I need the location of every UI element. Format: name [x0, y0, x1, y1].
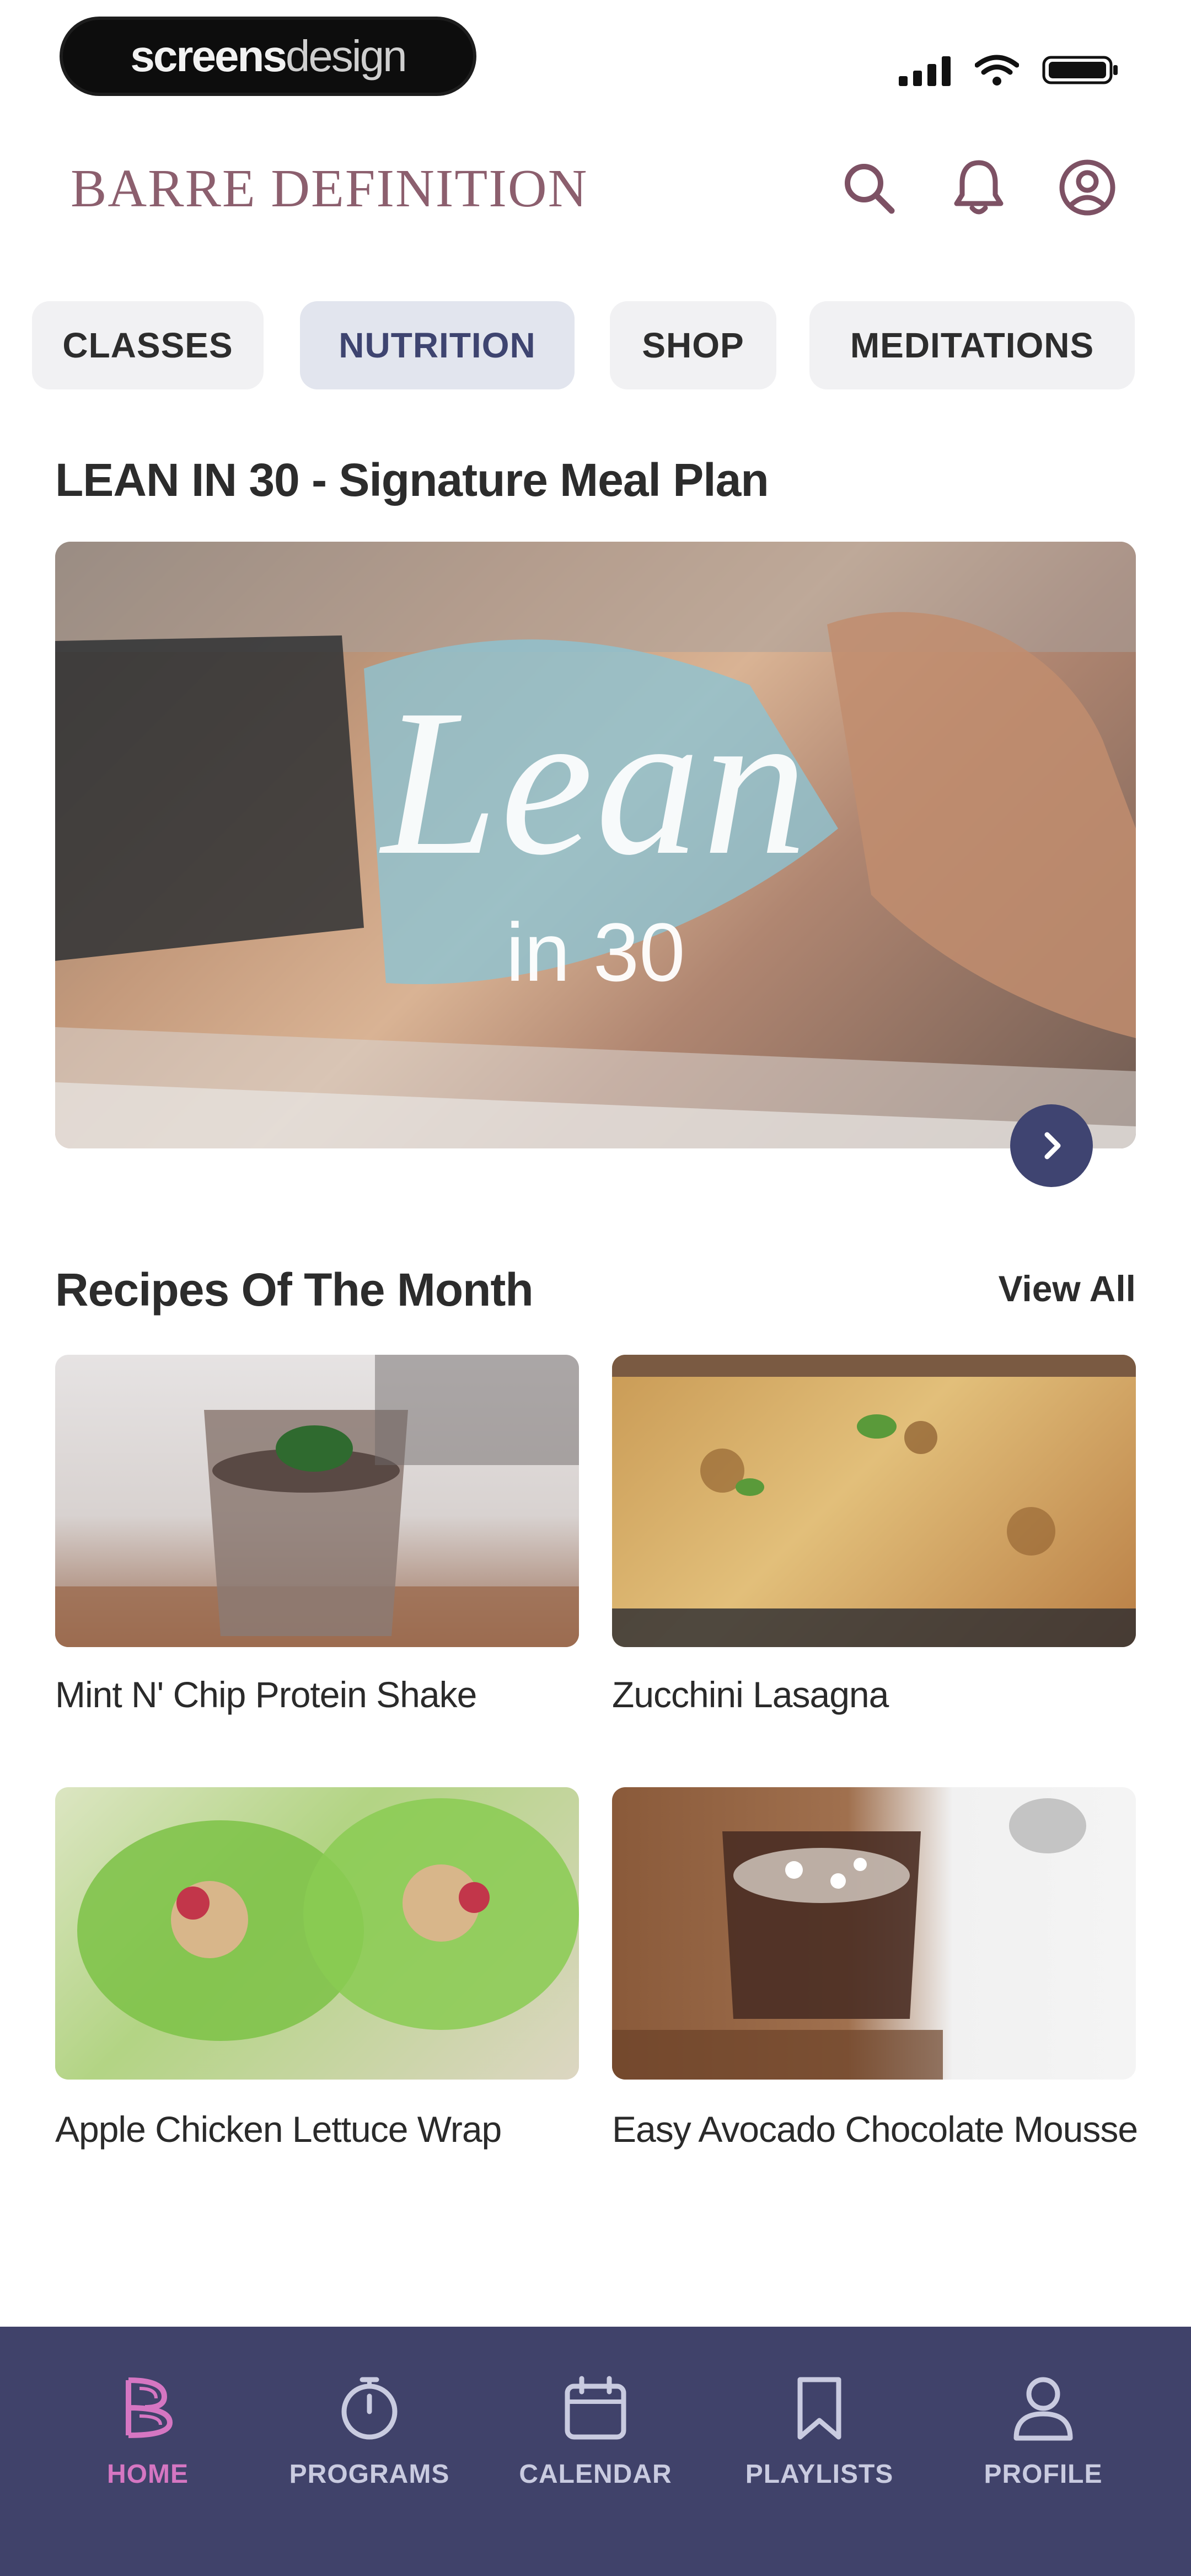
tab-meditations-label: MEDITATIONS: [850, 325, 1095, 365]
user-circle-icon: [1059, 159, 1115, 216]
chevron-right-icon: [1044, 1132, 1061, 1159]
battery-icon: [1042, 56, 1118, 84]
lettuce-wrap-photo: [55, 1787, 579, 2080]
nav-programs-label: PROGRAMS: [289, 2460, 450, 2489]
tab-shop-label: SHOP: [642, 325, 744, 365]
watermark-bold: screens: [130, 31, 287, 81]
tab-classes-label: CLASSES: [62, 325, 233, 365]
calendar-icon: [565, 2376, 626, 2440]
banner-subtitle: in 30: [506, 906, 685, 998]
view-all-link[interactable]: View All: [999, 1268, 1136, 1310]
bell-icon: [954, 160, 1004, 215]
shake-photo: [55, 1355, 579, 1647]
home-logo-icon: [126, 2377, 173, 2438]
banner-script-title: Lean: [382, 666, 809, 899]
nav-profile[interactable]: PROFILE: [949, 2372, 1137, 2515]
nav-home[interactable]: HOME: [54, 2372, 242, 2515]
search-icon: [845, 164, 895, 214]
recipe-card-image[interactable]: [55, 1787, 579, 2080]
tab-nutrition-label: NUTRITION: [339, 325, 536, 365]
mousse-photo: [612, 1798, 1086, 2080]
person-icon: [1013, 2377, 1073, 2441]
tab-nutrition[interactable]: NUTRITION: [300, 301, 575, 389]
tab-meditations[interactable]: MEDITATIONS: [809, 301, 1135, 389]
nav-programs[interactable]: PROGRAMS: [276, 2372, 463, 2515]
recipe-card-image[interactable]: [612, 1787, 1136, 2080]
banner-next-button[interactable]: [1010, 1104, 1093, 1187]
recipe-card-image[interactable]: [612, 1355, 1136, 1647]
nav-playlists[interactable]: PLAYLISTS: [726, 2372, 913, 2515]
recipe-card-title[interactable]: Easy Avocado Chocolate Mousse: [612, 2106, 1141, 2152]
nav-calendar[interactable]: CALENDAR: [502, 2372, 689, 2515]
account-button[interactable]: [1054, 154, 1120, 221]
nav-profile-label: PROFILE: [984, 2460, 1103, 2489]
bookmark-icon: [797, 2377, 841, 2440]
screensdesign-watermark: screens design: [60, 17, 476, 96]
nav-calendar-label: CALENDAR: [519, 2460, 672, 2489]
nav-home-label: HOME: [107, 2460, 189, 2489]
tab-shop[interactable]: SHOP: [610, 301, 776, 389]
search-button[interactable]: [835, 154, 902, 221]
nav-playlists-label: PLAYLISTS: [745, 2460, 894, 2489]
app-brand-title: BARRE DEFINITION: [71, 159, 588, 218]
watermark-light: design: [285, 31, 407, 81]
status-bar-icons: [899, 53, 1119, 86]
wifi-icon: [975, 55, 1019, 85]
cellular-signal-icon: [899, 56, 951, 86]
lasagna-photo: [612, 1355, 1136, 1647]
recipe-card-title[interactable]: Zucchini Lasagna: [612, 1671, 1141, 1718]
stopwatch-icon: [341, 2377, 398, 2440]
recipe-card-title[interactable]: Mint N' Chip Protein Shake: [55, 1671, 584, 1718]
recipe-card-image[interactable]: [55, 1355, 579, 1647]
notifications-button[interactable]: [946, 154, 1012, 221]
tab-classes[interactable]: CLASSES: [32, 301, 264, 389]
featured-plan-title: LEAN IN 30 - Signature Meal Plan: [55, 454, 769, 506]
recipes-section-title: Recipes Of The Month: [55, 1264, 534, 1316]
recipe-card-title[interactable]: Apple Chicken Lettuce Wrap: [55, 2106, 584, 2152]
